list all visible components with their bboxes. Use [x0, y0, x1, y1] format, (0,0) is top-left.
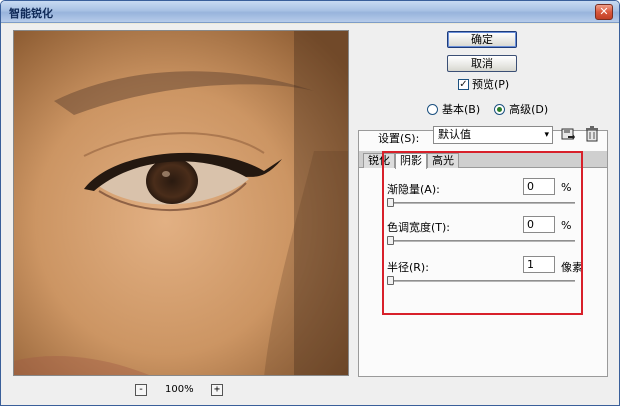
preview-image[interactable]	[13, 30, 349, 376]
zoom-out-button[interactable]: -	[135, 384, 147, 396]
dialog-body: - 100% + 确定 取消 ✓ 预览(P) 基本(B) 高级(D) 设置(S)…	[1, 24, 619, 405]
mode-radio-group: 基本(B) 高级(D)	[427, 101, 548, 117]
highlight-frame	[382, 151, 583, 315]
save-settings-icon[interactable]	[561, 127, 575, 141]
smart-sharpen-dialog: 智能锐化 ✕ - 100% + 确定 取消 ✓ 预览(P) 基本(B) 高级(D…	[0, 0, 620, 406]
title-bar[interactable]: 智能锐化 ✕	[1, 1, 619, 23]
face-photo	[14, 31, 348, 375]
chevron-down-icon: ▾	[544, 130, 549, 140]
settings-dropdown[interactable]: 默认值 ▾	[433, 126, 553, 144]
advanced-radio[interactable]	[494, 103, 506, 115]
basic-label: 基本(B)	[442, 103, 481, 116]
zoom-in-button[interactable]: +	[211, 384, 223, 396]
settings-value: 默认值	[438, 128, 471, 141]
trash-icon[interactable]	[585, 126, 599, 142]
preview-checkbox[interactable]: ✓	[458, 78, 469, 90]
dialog-title: 智能锐化	[9, 7, 53, 20]
advanced-label: 高级(D)	[509, 103, 549, 116]
ok-button[interactable]: 确定	[447, 31, 517, 48]
preview-label: 预览(P)	[472, 78, 510, 91]
zoom-control: - 100% +	[135, 383, 225, 399]
zoom-level: 100%	[165, 384, 194, 395]
cancel-button[interactable]: 取消	[447, 55, 517, 72]
settings-label: 设置(S):	[378, 132, 420, 145]
basic-radio[interactable]	[427, 103, 438, 115]
preview-checkbox-row[interactable]: ✓ 预览(P)	[458, 76, 509, 92]
close-button[interactable]: ✕	[595, 4, 613, 20]
